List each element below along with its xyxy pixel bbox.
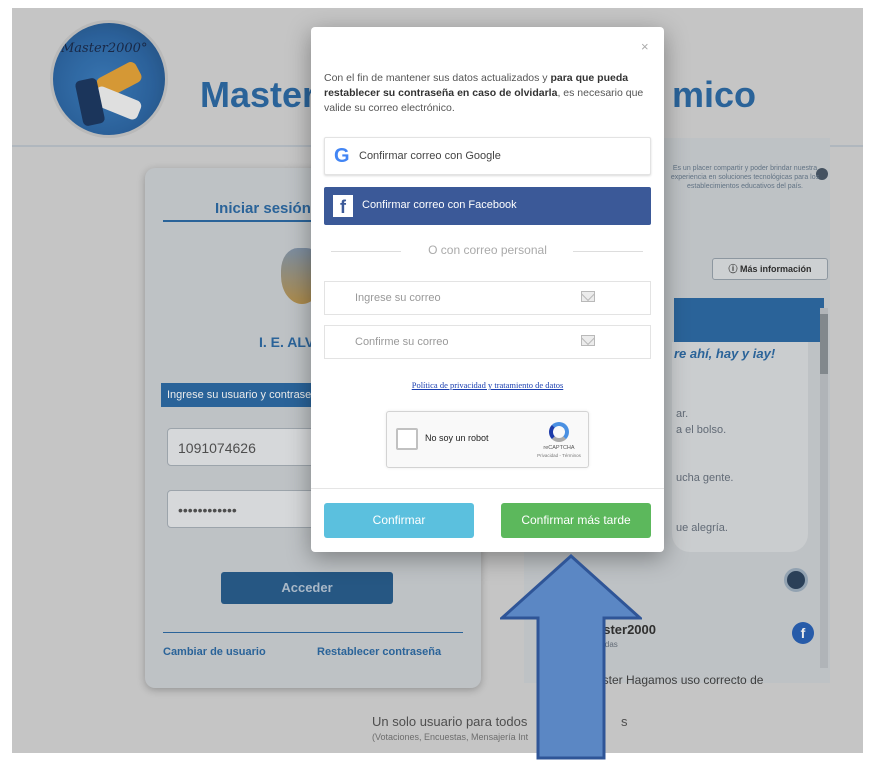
modal-intro-text: Con el fin de mantener sus datos actuali… (324, 72, 644, 114)
envelope-icon (581, 335, 595, 346)
email-input[interactable] (325, 282, 585, 314)
confirm-button[interactable]: Confirmar (324, 503, 474, 538)
google-confirm-button[interactable]: G Confirmar correo con Google (324, 137, 651, 175)
up-arrow-shape (500, 554, 642, 760)
envelope-icon (581, 291, 595, 302)
recaptcha-widget: No soy un robot reCAPTCHA Privacidad - T… (386, 411, 589, 468)
recaptcha-brand: reCAPTCHA (543, 445, 575, 451)
close-icon[interactable]: × (641, 39, 649, 54)
facebook-confirm-label: Confirmar correo con Facebook (362, 199, 517, 211)
facebook-confirm-button[interactable]: f Confirmar correo con Facebook (324, 187, 651, 225)
google-g-icon: G (334, 145, 350, 167)
confirm-later-button[interactable]: Confirmar más tarde (501, 503, 651, 538)
facebook-f-icon: f (333, 195, 353, 217)
email-field[interactable] (324, 281, 651, 315)
divider-text: O con correo personal (428, 243, 547, 257)
email-verification-modal: × Con el fin de mantener sus datos actua… (311, 27, 664, 552)
recaptcha-label: No soy un robot (425, 433, 489, 443)
recaptcha-icon (549, 422, 569, 442)
email-confirm-input[interactable] (325, 326, 585, 358)
up-arrow-icon (500, 554, 642, 760)
google-confirm-label: Confirmar correo con Google (359, 150, 501, 162)
divider-line (573, 251, 643, 252)
modal-footer-divider (311, 488, 664, 489)
privacy-policy-link[interactable]: Política de privacidad y tratamiento de … (311, 380, 664, 390)
recaptcha-checkbox[interactable] (396, 428, 418, 450)
email-confirm-field[interactable] (324, 325, 651, 359)
recaptcha-terms[interactable]: Privacidad - Términos (533, 453, 585, 458)
